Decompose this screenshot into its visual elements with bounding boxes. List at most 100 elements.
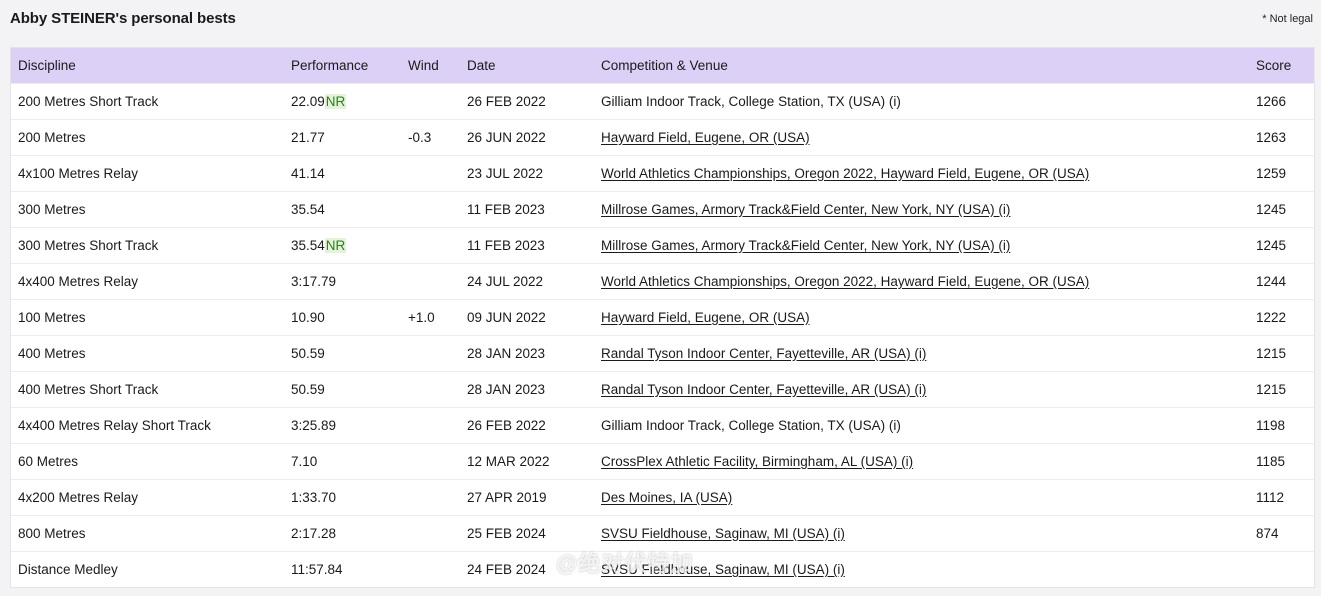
cell-date: 27 APR 2019 (467, 489, 547, 505)
table-row: 300 Metres 35.54 11 FEB 2023 Millrose Games… (11, 191, 1314, 227)
cell-wind (401, 479, 460, 515)
venue-link[interactable]: SVSU Fieldhouse, Saginaw, MI (USA) (i) (601, 526, 845, 541)
cell-discipline: 400 Metres (18, 345, 86, 361)
cell-venue[interactable]: Randal Tyson Indoor Center, Fayetteville… (594, 335, 1249, 371)
cell-wind (401, 155, 460, 191)
cell-date: 09 JUN 2022 (467, 309, 546, 325)
cell-venue[interactable]: CrossPlex Athletic Facility, Birmingham,… (594, 443, 1249, 479)
venue-text: Gilliam Indoor Track, College Station, T… (601, 417, 901, 433)
venue-link[interactable]: Hayward Field, Eugene, OR (USA) (601, 130, 810, 145)
performance-value: 11:57.84 (291, 561, 343, 577)
cell-wind (401, 227, 460, 263)
cell-performance: 50.59 (284, 371, 401, 407)
cell-date: 26 JUN 2022 (467, 129, 546, 145)
cell-discipline: 300 Metres Short Track (18, 237, 159, 253)
table-row: Distance Medley 11:57.84 24 FEB 2024 SVSU F… (11, 551, 1314, 587)
table-row: 60 Metres 7.10 12 MAR 2022 CrossPlex Athlet… (11, 443, 1314, 479)
header-score[interactable]: Score (1249, 48, 1314, 83)
venue-link[interactable]: Millrose Games, Armory Track&Field Cente… (601, 202, 1010, 217)
cell-venue[interactable]: World Athletics Championships, Oregon 20… (594, 263, 1249, 299)
table-row: 4x200 Metres Relay 1:33.70 27 APR 2019 Des … (11, 479, 1314, 515)
cell-score: 1215 (1256, 381, 1287, 397)
table-row: 300 Metres Short Track 35.54NR 11 FEB 2023… (11, 227, 1314, 263)
cell-performance: 3:25.89 (284, 407, 401, 443)
cell-score: 874 (1256, 525, 1279, 541)
header-discipline[interactable]: Discipline (11, 48, 284, 83)
cell-venue[interactable]: Des Moines, IA (USA) (594, 479, 1249, 515)
table-row: 4x400 Metres Relay 3:17.79 24 JUL 2022 Worl… (11, 263, 1314, 299)
table-row: 4x100 Metres Relay 41.14 23 JUL 2022 World … (11, 155, 1314, 191)
cell-discipline: 400 Metres Short Track (18, 381, 159, 397)
header-venue[interactable]: Competition & Venue (594, 48, 1249, 83)
cell-venue[interactable]: Millrose Games, Armory Track&Field Cente… (594, 191, 1249, 227)
table-row: 200 Metres 21.77 -0.3 26 JUN 2022 Hayward Fi… (11, 119, 1314, 155)
cell-wind: +1.0 (408, 309, 435, 325)
cell-discipline: 60 Metres (18, 453, 79, 469)
cell-date: 11 FEB 2023 (467, 237, 545, 253)
header-date[interactable]: Date (460, 48, 594, 83)
table-row: 400 Metres Short Track 50.59 28 JAN 2023 Ra… (11, 371, 1314, 407)
cell-wind (401, 335, 460, 371)
cell-venue[interactable]: Hayward Field, Eugene, OR (USA) (594, 299, 1249, 335)
cell-discipline: 800 Metres (18, 525, 86, 541)
cell-performance: 21.77 (284, 119, 401, 155)
cell-wind (401, 443, 460, 479)
cell-venue[interactable]: World Athletics Championships, Oregon 20… (594, 155, 1249, 191)
performance-value: 35.54 (291, 201, 325, 217)
venue-text: Gilliam Indoor Track, College Station, T… (601, 93, 901, 109)
venue-link[interactable]: Randal Tyson Indoor Center, Fayetteville… (601, 382, 926, 397)
cell-discipline: 200 Metres (18, 129, 86, 145)
page-title: Abby STEINER's personal bests (10, 10, 236, 27)
cell-discipline: 4x400 Metres Relay Short Track (18, 417, 211, 433)
table-header-row: Discipline Performance Wind Date Competi… (11, 48, 1314, 83)
cell-venue[interactable]: Randal Tyson Indoor Center, Fayetteville… (594, 371, 1249, 407)
performance-value: 22.09 (291, 93, 325, 109)
cell-score: 1245 (1256, 201, 1287, 217)
cell-performance: 11:57.84 (284, 551, 401, 587)
cell-date: 23 JUL 2022 (467, 165, 544, 181)
cell-performance: 50.59 (284, 335, 401, 371)
cell-venue[interactable]: SVSU Fieldhouse, Saginaw, MI (USA) (i) (594, 515, 1249, 551)
header-wind[interactable]: Wind (401, 48, 460, 83)
cell-wind (401, 551, 460, 587)
cell-date: 28 JAN 2023 (467, 381, 546, 397)
cell-performance: 10.90 (284, 299, 401, 335)
cell-discipline: 4x100 Metres Relay (18, 165, 139, 181)
cell-score: 1266 (1256, 93, 1287, 109)
cell-venue: Gilliam Indoor Track, College Station, T… (594, 407, 1249, 443)
cell-score: 1222 (1256, 309, 1287, 325)
table-row: 800 Metres 2:17.28 25 FEB 2024 SVSU Fieldho… (11, 515, 1314, 551)
table-row: 200 Metres Short Track 22.09NR 26 FEB 2022… (11, 83, 1314, 119)
venue-link[interactable]: Millrose Games, Armory Track&Field Cente… (601, 238, 1010, 253)
cell-date: 28 JAN 2023 (467, 345, 546, 361)
cell-date: 24 FEB 2024 (467, 561, 546, 577)
performance-value: 35.54 (291, 237, 325, 253)
cell-score (1249, 551, 1314, 587)
cell-venue[interactable]: Millrose Games, Armory Track&Field Cente… (594, 227, 1249, 263)
cell-discipline: 100 Metres (18, 309, 86, 325)
cell-performance: 7.10 (284, 443, 401, 479)
header-performance[interactable]: Performance (284, 48, 401, 83)
venue-link[interactable]: CrossPlex Athletic Facility, Birmingham,… (601, 454, 913, 469)
performance-value: 3:17.79 (291, 273, 337, 289)
venue-link[interactable]: SVSU Fieldhouse, Saginaw, MI (USA) (i) (601, 562, 845, 577)
cell-score: 1245 (1256, 237, 1287, 253)
table-body: 200 Metres Short Track 22.09NR 26 FEB 2022… (11, 83, 1314, 587)
venue-link[interactable]: Hayward Field, Eugene, OR (USA) (601, 310, 810, 325)
cell-date: 11 FEB 2023 (467, 201, 545, 217)
venue-link[interactable]: World Athletics Championships, Oregon 20… (601, 274, 1089, 289)
personal-bests-table: Discipline Performance Wind Date Competi… (10, 47, 1315, 588)
performance-value: 2:17.28 (291, 525, 337, 541)
venue-link[interactable]: Des Moines, IA (USA) (601, 490, 732, 505)
cell-venue[interactable]: SVSU Fieldhouse, Saginaw, MI (USA) (i) (594, 551, 1249, 587)
cell-wind (401, 263, 460, 299)
cell-date: 24 JUL 2022 (467, 273, 544, 289)
cell-score: 1185 (1256, 453, 1286, 469)
cell-performance: 22.09NR (284, 83, 401, 119)
venue-link[interactable]: Randal Tyson Indoor Center, Fayetteville… (601, 346, 926, 361)
cell-wind (401, 515, 460, 551)
cell-venue[interactable]: Hayward Field, Eugene, OR (USA) (594, 119, 1249, 155)
venue-link[interactable]: World Athletics Championships, Oregon 20… (601, 166, 1089, 181)
table-row: 4x400 Metres Relay Short Track 3:25.89 26 … (11, 407, 1314, 443)
cell-venue: Gilliam Indoor Track, College Station, T… (594, 83, 1249, 119)
